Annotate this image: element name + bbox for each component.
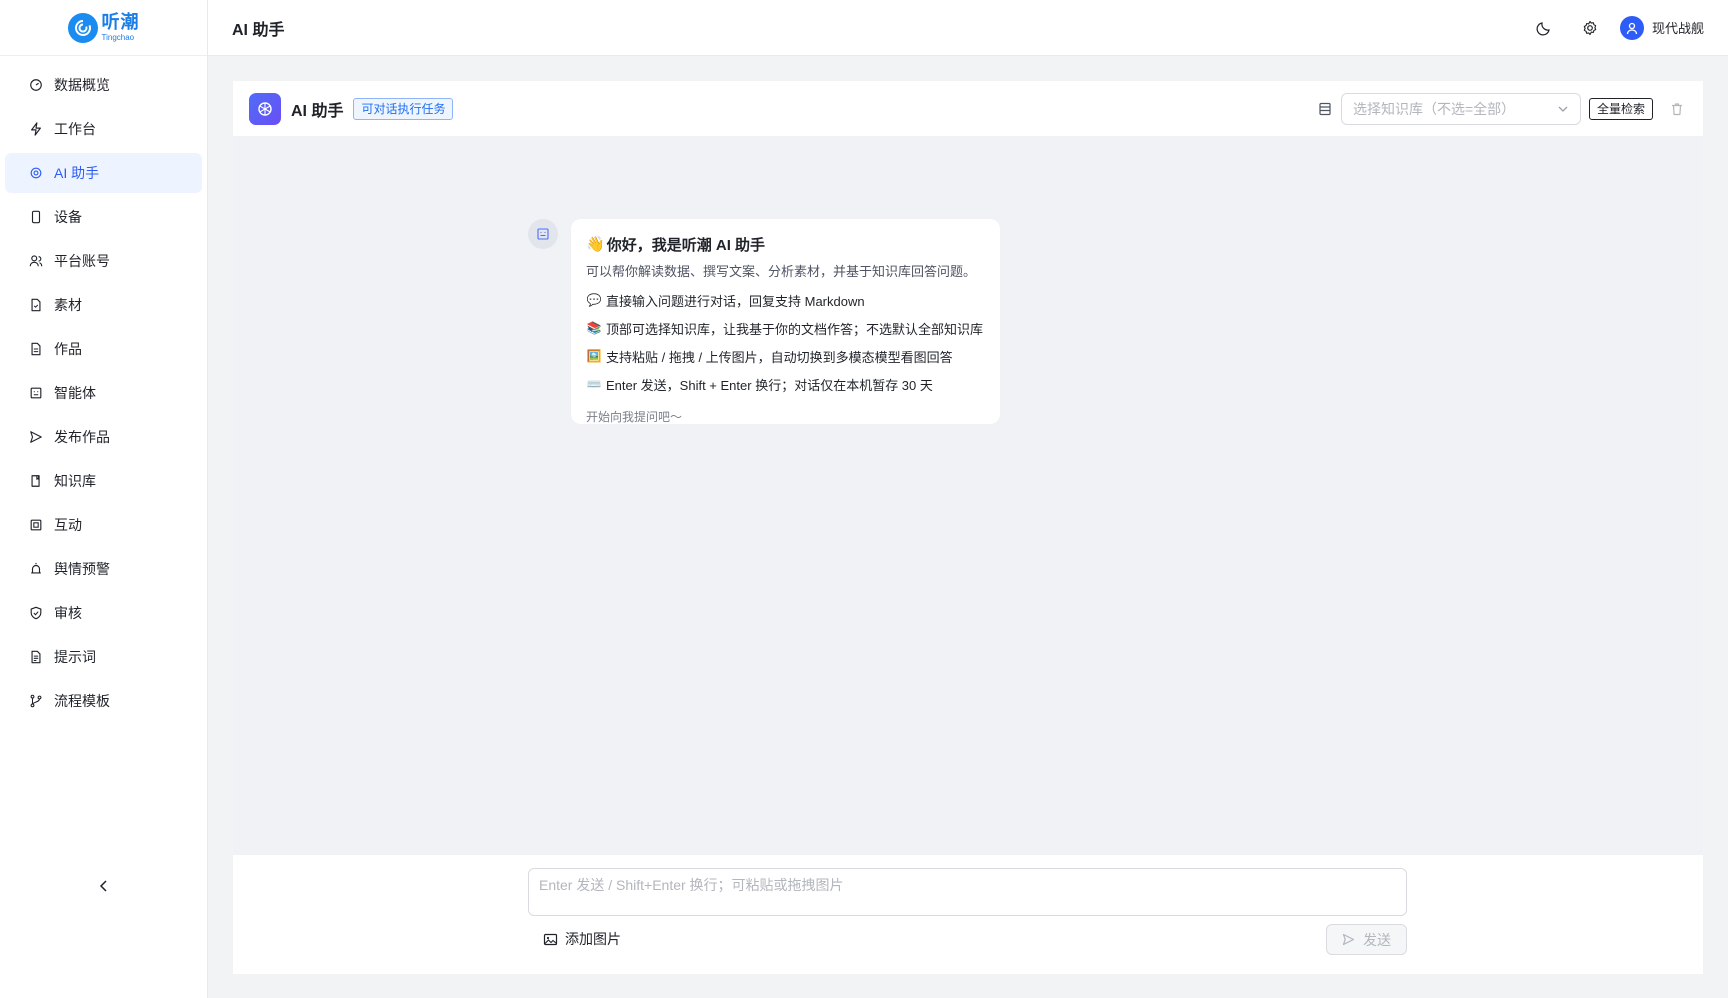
- topbar: AI 助手 现代战舰: [208, 0, 1728, 56]
- send-button[interactable]: 发送: [1326, 924, 1407, 955]
- sidebar-item-label: 作品: [54, 341, 82, 357]
- welcome-subtitle: 可以帮你解读数据、撰写文案、分析素材，并基于知识库回答问题。: [586, 264, 977, 279]
- user-name: 现代战舰: [1651, 21, 1704, 36]
- prompt-icon: [28, 649, 44, 665]
- bot-avatar-icon: [528, 219, 558, 249]
- welcome-message: 👋 你好，我是听潮 AI 助手 可以帮你解读数据、撰写文案、分析素材，并基于知识…: [571, 219, 1000, 424]
- tip-item: 🖼️ 支持粘贴 / 拖拽 / 上传图片，自动切换到多模态模型看图回答: [586, 346, 985, 366]
- sidebar-item-interaction[interactable]: 互动: [5, 505, 202, 545]
- sidebar-item-label: 工作台: [54, 121, 96, 137]
- welcome-title: 你好，我是听潮 AI 助手: [606, 236, 766, 254]
- sidebar-item-label: 发布作品: [54, 429, 110, 445]
- send-label: 发送: [1363, 931, 1391, 948]
- welcome-prompt: 开始向我提问吧～: [586, 410, 683, 424]
- sidebar-item-label: 互动: [54, 517, 82, 533]
- branch-icon: [28, 693, 44, 709]
- sidebar-item-review[interactable]: 审核: [5, 593, 202, 633]
- sidebar-item-knowledge-base[interactable]: 知识库: [5, 461, 202, 501]
- trash-icon[interactable]: [1667, 99, 1687, 119]
- sidebar-item-agents[interactable]: 智能体: [5, 373, 202, 413]
- sidebar-item-label: 平台账号: [54, 253, 110, 269]
- tip-text: 直接输入问题进行对话，回复支持 Markdown: [606, 293, 865, 309]
- speech-bubble-icon: 💬: [586, 293, 602, 307]
- image-icon: [543, 933, 558, 945]
- sidebar-item-flow-templates[interactable]: 流程模板: [5, 681, 202, 721]
- page-title: AI 助手: [232, 21, 285, 39]
- wave-icon: 👋: [586, 236, 605, 253]
- tip-item: ⌨️ Enter 发送，Shift + Enter 换行；对话仅在本机暂存 30…: [586, 374, 985, 394]
- sidebar-item-label: 提示词: [54, 649, 96, 665]
- interaction-icon: [28, 517, 44, 533]
- tip-item: 💬 直接输入问题进行对话，回复支持 Markdown: [586, 290, 985, 310]
- sidebar-nav: 数据概览 工作台 AI 助手 设备 平台账号 素材 作品 智能体 发布作品 知识…: [0, 56, 207, 721]
- dashboard-icon: [28, 77, 44, 93]
- sidebar-item-ai-assistant[interactable]: AI 助手: [5, 153, 202, 193]
- ai-icon: [28, 165, 44, 181]
- message-input[interactable]: [528, 868, 1407, 916]
- chevron-left-icon: [99, 880, 107, 892]
- sidebar: 听潮 Tingchao 数据概览 工作台 AI 助手 设备 平台账号 素材 作品…: [0, 0, 208, 998]
- sidebar-item-publish[interactable]: 发布作品: [5, 417, 202, 457]
- tip-text: 顶部可选择知识库，让我基于你的文档作答；不选默认全部知识库: [606, 321, 984, 337]
- books-icon: 📚: [586, 321, 602, 335]
- alarm-icon: [28, 561, 44, 577]
- bot-icon: [28, 385, 44, 401]
- database-icon: [1315, 99, 1335, 119]
- sidebar-item-workbench[interactable]: 工作台: [5, 109, 202, 149]
- sidebar-item-label: 知识库: [54, 473, 96, 489]
- avatar: [1619, 15, 1644, 40]
- gear-icon[interactable]: [1574, 12, 1606, 44]
- knowledge-base-select[interactable]: 选择知识库（不选=全部）: [1340, 92, 1581, 125]
- brand-name-en: Tingchao: [101, 33, 135, 42]
- document-icon: [28, 341, 44, 357]
- sidebar-item-materials[interactable]: 素材: [5, 285, 202, 325]
- sidebar-item-prompts[interactable]: 提示词: [5, 637, 202, 677]
- wave-logo-icon: [67, 12, 98, 43]
- sidebar-item-label: 数据概览: [54, 77, 110, 93]
- sidebar-item-label: 审核: [54, 605, 82, 621]
- sidebar-item-device[interactable]: 设备: [5, 197, 202, 237]
- panel-title: AI 助手: [291, 102, 344, 120]
- sidebar-item-label: 智能体: [54, 385, 96, 401]
- device-icon: [28, 209, 44, 225]
- user-icon: [1626, 22, 1638, 34]
- chevron-down-icon: [1557, 103, 1569, 115]
- tip-item: 📚 顶部可选择知识库，让我基于你的文档作答；不选默认全部知识库: [586, 318, 985, 338]
- sidebar-item-label: 流程模板: [54, 693, 110, 709]
- tip-text: Enter 发送，Shift + Enter 换行；对话仅在本机暂存 30 天: [606, 377, 933, 393]
- user-menu[interactable]: 现代战舰: [1619, 15, 1704, 40]
- collapse-sidebar-button[interactable]: [92, 874, 116, 898]
- composer: 添加图片 发送: [233, 855, 1703, 974]
- keyboard-icon: ⌨️: [586, 377, 602, 391]
- users-icon: [28, 253, 44, 269]
- sidebar-item-dashboard[interactable]: 数据概览: [5, 65, 202, 105]
- ai-assistant-panel: AI 助手 可对话执行任务 选择知识库（不选=全部） 全量检索 👋 你好，我是听…: [233, 81, 1703, 974]
- sidebar-item-sentiment-alert[interactable]: 舆情预警: [5, 549, 202, 589]
- shield-check-icon: [28, 605, 44, 621]
- sidebar-item-label: 素材: [54, 297, 82, 313]
- sidebar-item-label: 设备: [54, 209, 82, 225]
- send-icon: [28, 429, 44, 445]
- full-search-button[interactable]: 全量检索: [1588, 97, 1653, 120]
- task-badge: 可对话执行任务: [353, 97, 454, 120]
- brand-logo[interactable]: 听潮 Tingchao: [0, 0, 207, 56]
- add-image-button[interactable]: 添加图片: [543, 929, 621, 949]
- add-image-label: 添加图片: [565, 931, 621, 947]
- moon-icon[interactable]: [1528, 12, 1560, 44]
- brand-name: 听潮: [101, 12, 140, 32]
- sidebar-item-works[interactable]: 作品: [5, 329, 202, 369]
- assistant-logo-icon: [249, 92, 281, 125]
- lightning-icon: [28, 121, 44, 137]
- send-icon: [1342, 933, 1355, 946]
- chat-area[interactable]: 👋 你好，我是听潮 AI 助手 可以帮你解读数据、撰写文案、分析素材，并基于知识…: [233, 137, 1703, 855]
- knowledge-base-placeholder: 选择知识库（不选=全部）: [1352, 100, 1516, 117]
- sidebar-item-label: AI 助手: [54, 165, 100, 181]
- book-icon: [28, 473, 44, 489]
- picture-icon: 🖼️: [586, 349, 602, 363]
- sidebar-item-platform-accounts[interactable]: 平台账号: [5, 241, 202, 281]
- sidebar-item-label: 舆情预警: [54, 561, 110, 577]
- panel-header: AI 助手 可对话执行任务 选择知识库（不选=全部） 全量检索: [233, 81, 1703, 137]
- tip-text: 支持粘贴 / 拖拽 / 上传图片，自动切换到多模态模型看图回答: [606, 349, 953, 365]
- file-icon: [28, 297, 44, 313]
